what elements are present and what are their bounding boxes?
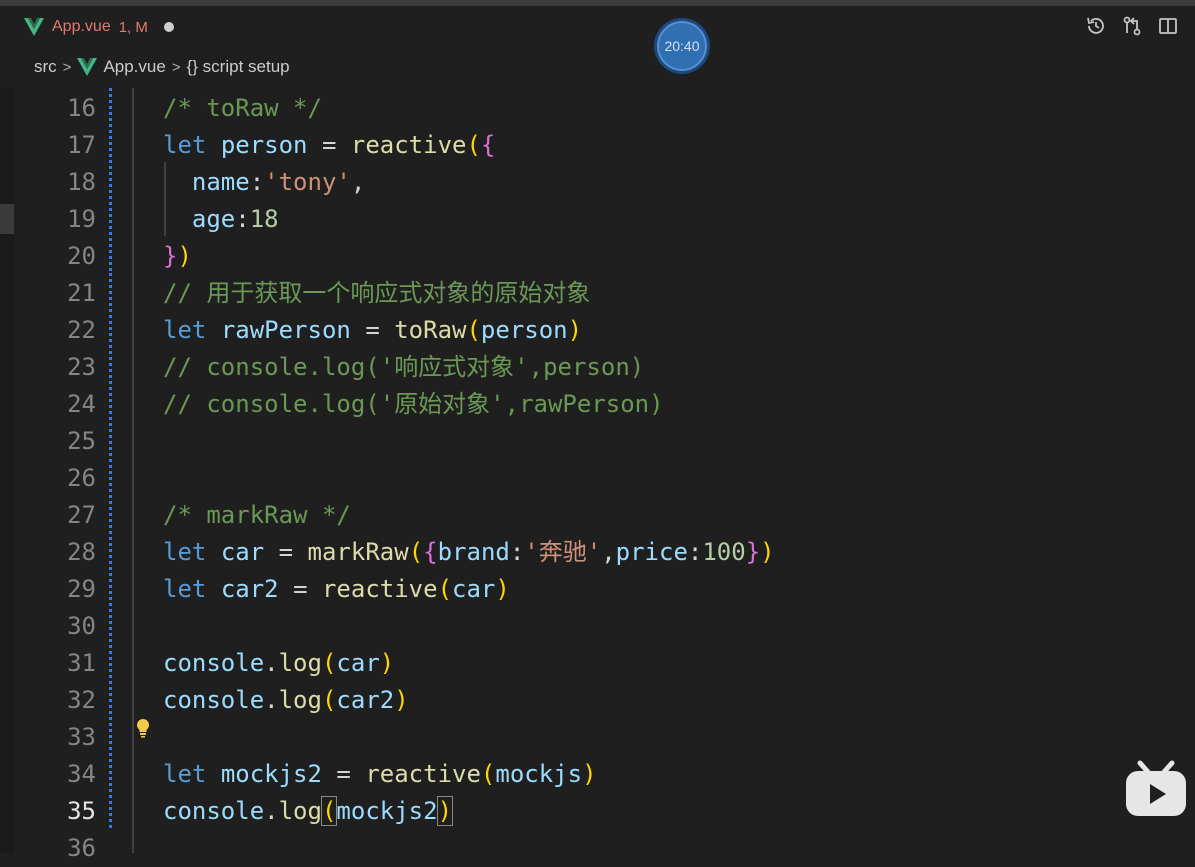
code-line: 32 console.log(car2)	[14, 682, 1195, 719]
code-text: let car2 = reactive(car)	[163, 575, 510, 603]
code-text: // console.log('原始对象',rawPerson)	[163, 390, 664, 418]
line-number: 22	[67, 316, 96, 344]
code-line: 30	[14, 608, 1195, 645]
line-number: 34	[67, 760, 96, 788]
code-text: console.log(car)	[163, 649, 395, 677]
line-number: 25	[67, 427, 96, 455]
code-line: 25	[14, 423, 1195, 460]
code-text: age:18	[191, 205, 279, 233]
code-text: // console.log('响应式对象',person)	[163, 353, 645, 381]
editor-actions	[1085, 15, 1179, 37]
scroll-indicator	[0, 204, 14, 234]
code-text: let rawPerson = toRaw(person)	[163, 316, 583, 344]
code-line: 34 let mockjs2 = reactive(mockjs)	[14, 756, 1195, 793]
code-text: name:'tony',	[191, 168, 366, 196]
code-line: 24 // console.log('原始对象',rawPerson)	[14, 386, 1195, 423]
code-text: let mockjs2 = reactive(mockjs)	[163, 760, 597, 788]
code-line: 26	[14, 460, 1195, 497]
breadcrumb-folder[interactable]: src	[34, 57, 57, 77]
breadcrumb-file[interactable]: App.vue	[103, 57, 165, 77]
line-number: 33	[67, 723, 96, 751]
code-line: 27 /* markRaw */	[14, 497, 1195, 534]
line-number: 17	[67, 131, 96, 159]
line-number: 19	[67, 205, 96, 233]
line-number: 35	[67, 797, 96, 825]
tab-app-vue[interactable]: App.vue 1, M	[24, 12, 174, 42]
code-line: 18 name:'tony',	[14, 164, 1195, 201]
code-line: 31 console.log(car)	[14, 645, 1195, 682]
code-line: 29 let car2 = reactive(car)	[14, 571, 1195, 608]
line-number: 29	[67, 575, 96, 603]
split-editor-icon[interactable]	[1157, 15, 1179, 37]
clock-overlay: 20:40	[654, 18, 710, 74]
open-changes-icon[interactable]	[1121, 15, 1143, 37]
line-number: 31	[67, 649, 96, 677]
line-number: 36	[67, 834, 96, 862]
code-line: 22 let rawPerson = toRaw(person)	[14, 312, 1195, 349]
line-number: 24	[67, 390, 96, 418]
line-number: 23	[67, 353, 96, 381]
line-number: 26	[67, 464, 96, 492]
code-line: 28 let car = markRaw({brand:'奔驰',price:1…	[14, 534, 1195, 571]
code-text: /* toRaw */	[163, 94, 322, 122]
bilibili-logo-icon	[1126, 760, 1186, 816]
timeline-history-icon[interactable]	[1085, 15, 1107, 37]
code-text: let person = reactive({	[163, 131, 496, 159]
line-number: 20	[67, 242, 96, 270]
code-line: 23 // console.log('响应式对象',person)	[14, 349, 1195, 386]
code-line: 36	[14, 830, 1195, 867]
vue-file-icon	[77, 58, 98, 76]
line-number: 18	[67, 168, 96, 196]
code-line: 16 /* toRaw */	[14, 90, 1195, 127]
code-text: console.log(mockjs2)	[163, 796, 454, 826]
lightbulb-icon[interactable]	[135, 718, 151, 738]
code-text: let car = markRaw({brand:'奔驰',price:100}…	[163, 538, 775, 566]
line-number: 16	[67, 94, 96, 122]
line-number: 28	[67, 538, 96, 566]
code-text: })	[163, 242, 192, 270]
line-number: 21	[67, 279, 96, 307]
breadcrumb-symbol[interactable]: {} script setup	[187, 57, 290, 77]
code-text: // 用于获取一个响应式对象的原始对象	[163, 279, 591, 307]
unsaved-dot-icon[interactable]	[163, 22, 174, 32]
vue-file-icon	[24, 18, 44, 36]
line-number: 32	[67, 686, 96, 714]
code-text: console.log(car2)	[163, 686, 409, 714]
chevron-right-icon: >	[62, 58, 72, 76]
code-text: /* markRaw */	[163, 501, 351, 529]
editor-tab-bar: App.vue 1, M	[14, 6, 1195, 48]
code-line: 21 // 用于获取一个响应式对象的原始对象	[14, 275, 1195, 312]
breadcrumb: src > App.vue > {} script setup	[34, 53, 290, 81]
code-line: 35 console.log(mockjs2)	[14, 793, 1195, 830]
code-line: 19 age:18	[14, 201, 1195, 238]
code-line: 33	[14, 719, 1195, 756]
chevron-right-icon: >	[171, 58, 181, 76]
line-number: 30	[67, 612, 96, 640]
tab-file-name: App.vue	[52, 18, 111, 35]
code-line: 20 })	[14, 238, 1195, 275]
code-line: 17 let person = reactive({	[14, 127, 1195, 164]
activity-edge	[0, 88, 14, 853]
line-number: 27	[67, 501, 96, 529]
code-editor[interactable]: 16 /* toRaw */ 17 let person = reactive(…	[14, 88, 1195, 862]
tab-problem-status: 1, M	[118, 18, 148, 36]
